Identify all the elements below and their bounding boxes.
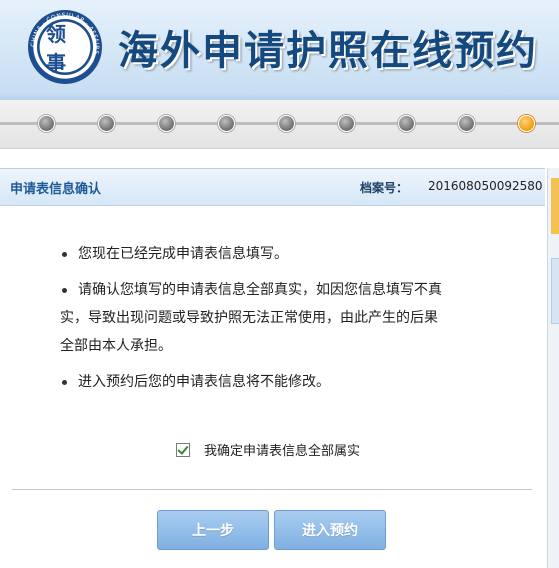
- notice-item-2-line2: 实，导致出现问题或导致护照无法正常使用，由此产生的后果: [60, 310, 438, 326]
- file-number-label: 档案号：: [360, 181, 409, 195]
- step-dot-7: [398, 115, 415, 132]
- notice-item-3-line1: 进入预约后您的申请表信息将不能修改。: [78, 374, 330, 390]
- consular-affairs-logo-icon: CHINA · CONSULAR · AFFAIRS 领事: [28, 10, 102, 84]
- previous-step-button[interactable]: 上一步: [157, 510, 269, 550]
- file-number-value: 201608050092580: [428, 179, 543, 193]
- panel-header: 申请表信息确认 档案号： 201608050092580: [0, 168, 545, 206]
- enter-appointment-button[interactable]: 进入预约: [274, 510, 386, 550]
- confirm-row[interactable]: 我确定申请表信息全部属实: [176, 440, 360, 459]
- step-dot-9-active: [518, 115, 535, 132]
- step-dot-8: [458, 115, 475, 132]
- step-progress-bar: [0, 100, 559, 149]
- right-sidebar-tab[interactable]: [551, 258, 559, 324]
- step-dot-2: [98, 115, 115, 132]
- divider: [12, 489, 532, 490]
- logo-emblem: 领事: [46, 22, 84, 75]
- notice-item-2-line1: 请确认您填写的申请表信息全部真实，如因您信息填写不真: [78, 282, 442, 298]
- header-banner: CHINA · CONSULAR · AFFAIRS 领事 海外申请护照在线预约: [0, 0, 559, 100]
- notice-item-1: 您现在已经完成申请表信息填写。: [60, 240, 500, 268]
- right-sidebar-tab-active[interactable]: [551, 178, 559, 234]
- notice-item-2: 请确认您填写的申请表信息全部真实，如因您信息填写不真 实，导致出现问题或导致护照…: [60, 276, 500, 360]
- step-dot-3: [158, 115, 175, 132]
- notice-item-1-line1: 您现在已经完成申请表信息填写。: [78, 246, 288, 262]
- notice-list: 您现在已经完成申请表信息填写。 请确认您填写的申请表信息全部真实，如因您信息填写…: [60, 240, 500, 404]
- panel-title: 申请表信息确认: [10, 182, 102, 197]
- step-dot-6: [338, 115, 355, 132]
- page-title: 海外申请护照在线预约: [118, 27, 538, 74]
- confirm-label: 我确定申请表信息全部属实: [204, 444, 361, 459]
- step-dot-5: [278, 115, 295, 132]
- notice-item-2-line3: 全部由本人承担。: [60, 338, 172, 354]
- confirm-checkbox[interactable]: [176, 442, 190, 457]
- notice-item-3: 进入预约后您的申请表信息将不能修改。: [60, 368, 500, 396]
- step-dot-4: [218, 115, 235, 132]
- step-dot-1: [38, 115, 55, 132]
